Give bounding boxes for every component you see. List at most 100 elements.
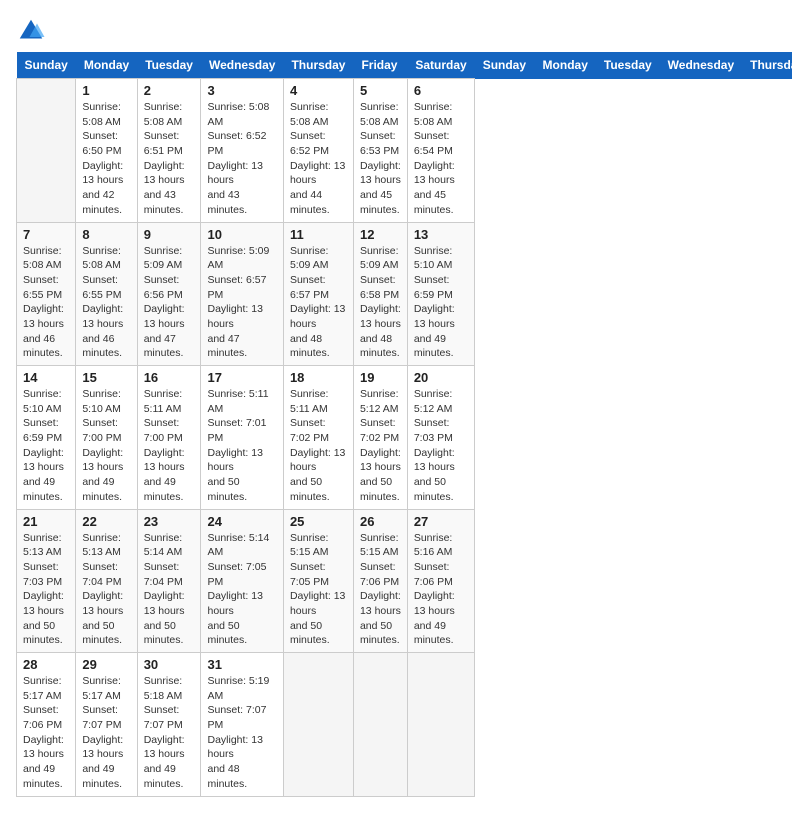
calendar-cell: 19 Sunrise: 5:12 AM Sunset: 7:02 PM Dayli… [353,366,407,510]
calendar-cell: 1 Sunrise: 5:08 AM Sunset: 6:50 PM Daylig… [76,79,137,223]
header-day-tuesday: Tuesday [596,52,660,79]
logo-icon [16,16,46,46]
calendar-cell: 21 Sunrise: 5:13 AM Sunset: 7:03 PM Dayli… [17,509,76,653]
calendar-cell: 29Sunrise: 5:17 AM Sunset: 7:07 PM Dayli… [76,653,137,797]
calendar-week-1: 1 Sunrise: 5:08 AM Sunset: 6:50 PM Daylig… [17,79,792,223]
calendar-cell: 31 Sunrise: 5:19 AM Sunset: 7:07 PM Dayli… [201,653,283,797]
header-day-wednesday: Wednesday [660,52,742,79]
day-info: Sunrise: 5:12 AM Sunset: 7:03 PM Dayligh… [414,387,468,505]
calendar-cell: 17 Sunrise: 5:11 AM Sunset: 7:01 PM Dayli… [201,366,283,510]
day-number: 29 [82,657,130,672]
calendar-cell [353,653,407,797]
day-info: Sunrise: 5:15 AM Sunset: 7:06 PM Dayligh… [360,531,401,649]
day-info: Sunrise: 5:11 AM Sunset: 7:01 PM Dayligh… [207,387,276,505]
day-number: 28 [23,657,69,672]
header-wednesday: Wednesday [201,52,283,79]
calendar-cell: 25Sunrise: 5:15 AM Sunset: 7:05 PM Dayli… [283,509,353,653]
day-info: Sunrise: 5:14 AM Sunset: 7:04 PM Dayligh… [144,531,195,649]
header-day-thursday: Thursday [742,52,792,79]
calendar-week-3: 14 Sunrise: 5:10 AM Sunset: 6:59 PM Dayli… [17,366,792,510]
day-info: Sunrise: 5:10 AM Sunset: 7:00 PM Dayligh… [82,387,130,505]
day-number: 1 [82,83,130,98]
day-info: Sunrise: 5:18 AM Sunset: 7:07 PM Dayligh… [144,674,195,792]
day-number: 9 [144,227,195,242]
day-info: Sunrise: 5:13 AM Sunset: 7:04 PM Dayligh… [82,531,130,649]
day-info: Sunrise: 5:10 AM Sunset: 6:59 PM Dayligh… [23,387,69,505]
calendar-cell: 15 Sunrise: 5:10 AM Sunset: 7:00 PM Dayli… [76,366,137,510]
day-number: 30 [144,657,195,672]
day-number: 18 [290,370,347,385]
day-number: 13 [414,227,468,242]
calendar-cell: 18 Sunrise: 5:11 AM Sunset: 7:02 PM Dayli… [283,366,353,510]
calendar-cell: 30 Sunrise: 5:18 AM Sunset: 7:07 PM Dayli… [137,653,201,797]
day-number: 4 [290,83,347,98]
day-number: 10 [207,227,276,242]
calendar-cell [283,653,353,797]
day-number: 5 [360,83,401,98]
calendar-cell: 20 Sunrise: 5:12 AM Sunset: 7:03 PM Dayli… [407,366,474,510]
day-number: 27 [414,514,468,529]
calendar-cell: 6 Sunrise: 5:08 AM Sunset: 6:54 PM Daylig… [407,79,474,223]
day-number: 3 [207,83,276,98]
day-number: 21 [23,514,69,529]
day-info: Sunrise: 5:10 AM Sunset: 6:59 PM Dayligh… [414,244,468,362]
page-header [16,16,776,46]
day-number: 16 [144,370,195,385]
calendar-cell: 8Sunrise: 5:08 AM Sunset: 6:55 PM Daylig… [76,222,137,366]
calendar-cell: 2 Sunrise: 5:08 AM Sunset: 6:51 PM Daylig… [137,79,201,223]
header-friday: Friday [353,52,407,79]
calendar-week-5: 28 Sunrise: 5:17 AM Sunset: 7:06 PM Dayli… [17,653,792,797]
day-info: Sunrise: 5:09 AM Sunset: 6:58 PM Dayligh… [360,244,401,362]
day-info: Sunrise: 5:09 AM Sunset: 6:57 PM Dayligh… [290,244,347,362]
header-saturday: Saturday [407,52,474,79]
day-number: 22 [82,514,130,529]
calendar-cell: 22 Sunrise: 5:13 AM Sunset: 7:04 PM Dayli… [76,509,137,653]
logo [16,16,50,46]
day-info: Sunrise: 5:08 AM Sunset: 6:51 PM Dayligh… [144,100,195,218]
day-number: 15 [82,370,130,385]
header-thursday: Thursday [283,52,353,79]
day-number: 14 [23,370,69,385]
calendar-cell: 26 Sunrise: 5:15 AM Sunset: 7:06 PM Dayli… [353,509,407,653]
day-info: Sunrise: 5:19 AM Sunset: 7:07 PM Dayligh… [207,674,276,792]
day-info: Sunrise: 5:08 AM Sunset: 6:50 PM Dayligh… [82,100,130,218]
day-number: 25 [290,514,347,529]
day-number: 20 [414,370,468,385]
day-info: Sunrise: 5:08 AM Sunset: 6:55 PM Dayligh… [82,244,130,362]
day-number: 6 [414,83,468,98]
calendar-cell: 13 Sunrise: 5:10 AM Sunset: 6:59 PM Dayli… [407,222,474,366]
day-info: Sunrise: 5:13 AM Sunset: 7:03 PM Dayligh… [23,531,69,649]
day-info: Sunrise: 5:09 AM Sunset: 6:56 PM Dayligh… [144,244,195,362]
calendar-cell: 14 Sunrise: 5:10 AM Sunset: 6:59 PM Dayli… [17,366,76,510]
day-number: 23 [144,514,195,529]
calendar-week-4: 21 Sunrise: 5:13 AM Sunset: 7:03 PM Dayli… [17,509,792,653]
header-tuesday: Tuesday [137,52,201,79]
calendar-week-2: 7Sunrise: 5:08 AM Sunset: 6:55 PM Daylig… [17,222,792,366]
calendar-header-row: SundayMondayTuesdayWednesdayThursdayFrid… [17,52,792,79]
day-number: 31 [207,657,276,672]
day-number: 17 [207,370,276,385]
calendar-cell: 12 Sunrise: 5:09 AM Sunset: 6:58 PM Dayli… [353,222,407,366]
day-info: Sunrise: 5:09 AM Sunset: 6:57 PM Dayligh… [207,244,276,362]
day-info: Sunrise: 5:11 AM Sunset: 7:00 PM Dayligh… [144,387,195,505]
calendar-cell: 16 Sunrise: 5:11 AM Sunset: 7:00 PM Dayli… [137,366,201,510]
day-info: Sunrise: 5:16 AM Sunset: 7:06 PM Dayligh… [414,531,468,649]
header-day-sunday: Sunday [475,52,535,79]
calendar-cell: 5Sunrise: 5:08 AM Sunset: 6:53 PM Daylig… [353,79,407,223]
calendar-cell: 24 Sunrise: 5:14 AM Sunset: 7:05 PM Dayli… [201,509,283,653]
day-info: Sunrise: 5:12 AM Sunset: 7:02 PM Dayligh… [360,387,401,505]
day-info: Sunrise: 5:14 AM Sunset: 7:05 PM Dayligh… [207,531,276,649]
calendar-cell: 3Sunrise: 5:08 AM Sunset: 6:52 PM Daylig… [201,79,283,223]
day-number: 26 [360,514,401,529]
header-monday: Monday [76,52,137,79]
day-info: Sunrise: 5:17 AM Sunset: 7:06 PM Dayligh… [23,674,69,792]
day-info: Sunrise: 5:08 AM Sunset: 6:54 PM Dayligh… [414,100,468,218]
day-number: 2 [144,83,195,98]
calendar-cell: 28 Sunrise: 5:17 AM Sunset: 7:06 PM Dayli… [17,653,76,797]
calendar-cell: 10 Sunrise: 5:09 AM Sunset: 6:57 PM Dayli… [201,222,283,366]
day-info: Sunrise: 5:11 AM Sunset: 7:02 PM Dayligh… [290,387,347,505]
day-number: 19 [360,370,401,385]
day-number: 12 [360,227,401,242]
day-number: 24 [207,514,276,529]
calendar-cell [407,653,474,797]
